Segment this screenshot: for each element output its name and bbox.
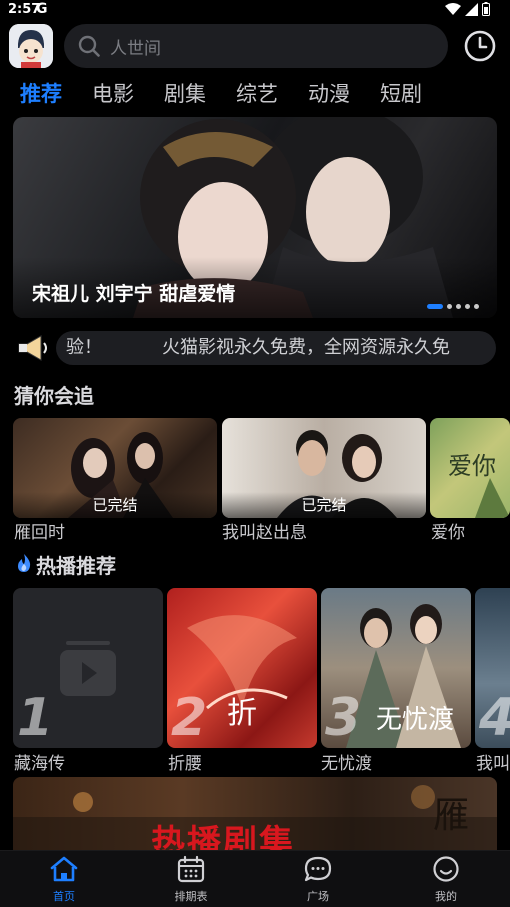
history-icon[interactable] (463, 29, 497, 63)
home-icon (50, 856, 78, 882)
hot-card[interactable]: 1 (13, 588, 163, 748)
bottom-nav: 首页 排期表 广场 我的 (0, 850, 510, 907)
chat-icon (304, 856, 332, 882)
hot-card[interactable]: 折 2 (167, 588, 317, 748)
smile-icon (433, 856, 459, 882)
wifi-icon (445, 2, 461, 15)
rank-number: 4 (479, 690, 510, 746)
promo-banner[interactable]: 雁 热播剧集 (13, 777, 497, 857)
tab-movies[interactable]: 电影 (92, 80, 134, 108)
pagination-dot[interactable] (447, 304, 452, 309)
rank-number: 1 (17, 688, 54, 748)
nav-label: 我的 (435, 890, 457, 903)
guess-card[interactable]: 爱你 (430, 418, 510, 518)
rank-number: 3 (325, 688, 362, 748)
guess-card-title[interactable]: 雁回时 (14, 518, 65, 543)
status-badge: 已完结 (13, 492, 217, 518)
hot-section-title: 热播推荐 (36, 554, 116, 578)
featured-banner[interactable]: 宋祖儿 刘宇宁 甜虐爱情 (13, 117, 497, 318)
poster-image: 爱你 (448, 452, 510, 518)
megaphone-icon (18, 335, 47, 361)
banner-caption: 宋祖儿 刘宇宁 甜虐爱情 (32, 283, 236, 305)
banner-pagination (427, 304, 479, 309)
signal-icon (465, 2, 478, 16)
avatar[interactable] (9, 24, 53, 68)
nav-label: 广场 (307, 890, 329, 903)
marquee-text-tail: 验！ (66, 337, 102, 358)
guess-card[interactable]: 已完结 (222, 418, 426, 518)
guess-card-title[interactable]: 我叫赵出息 (222, 518, 307, 543)
tab-variety[interactable]: 综艺 (236, 80, 278, 108)
search-bar[interactable]: 人世间 (64, 24, 448, 68)
status-bar: 2:57 G (0, 0, 510, 20)
hot-card-title[interactable]: 折腰 (168, 749, 202, 774)
nav-home[interactable]: 首页 (24, 855, 104, 904)
pagination-dot[interactable] (465, 304, 470, 309)
category-tabs: 推荐 电影 剧集 综艺 动漫 短剧 (20, 80, 452, 108)
guess-card[interactable]: 已完结 (13, 418, 217, 518)
google-icon: G (36, 1, 48, 17)
announcement-marquee[interactable]: 验！ 火猫影视永久免费，全网资源永久免 (56, 331, 496, 365)
tab-recommend[interactable]: 推荐 (20, 80, 62, 108)
calendar-icon (177, 855, 205, 883)
flame-icon (18, 554, 31, 572)
nav-plaza[interactable]: 广场 (278, 855, 358, 904)
hot-card[interactable]: 无忧渡 3 (321, 588, 471, 748)
hot-card[interactable]: 4 (475, 588, 510, 748)
svg-text:爱你: 爱你 (448, 452, 496, 480)
tab-short-drama[interactable]: 短剧 (380, 80, 422, 108)
tab-series[interactable]: 剧集 (164, 80, 206, 108)
hot-card-title[interactable]: 藏海传 (14, 749, 65, 774)
nav-label: 排期表 (174, 890, 208, 903)
pagination-dot[interactable] (427, 304, 443, 309)
marquee-text: 火猫影视永久免费，全网资源永久免 (162, 337, 450, 358)
nav-profile[interactable]: 我的 (406, 855, 486, 904)
avatar-icon (9, 24, 53, 68)
status-badge: 已完结 (222, 492, 426, 518)
guess-card-title[interactable]: 爱你 (431, 518, 465, 543)
system-icons (445, 2, 490, 16)
svg-text:无忧渡: 无忧渡 (376, 705, 454, 735)
pagination-dot[interactable] (474, 304, 479, 309)
search-placeholder: 人世间 (110, 38, 161, 59)
battery-icon (482, 2, 490, 16)
pagination-dot[interactable] (456, 304, 461, 309)
rank-number: 2 (171, 688, 208, 748)
guess-section-title: 猜你会追 (14, 384, 94, 408)
svg-text:雁: 雁 (433, 795, 469, 836)
hot-card-title[interactable]: 我叫 (476, 749, 510, 774)
search-icon (78, 35, 100, 57)
hot-card-title[interactable]: 无忧渡 (321, 749, 372, 774)
nav-schedule[interactable]: 排期表 (151, 855, 231, 904)
nav-label: 首页 (53, 890, 75, 903)
tab-anime[interactable]: 动漫 (308, 80, 350, 108)
svg-text:折: 折 (227, 696, 257, 731)
